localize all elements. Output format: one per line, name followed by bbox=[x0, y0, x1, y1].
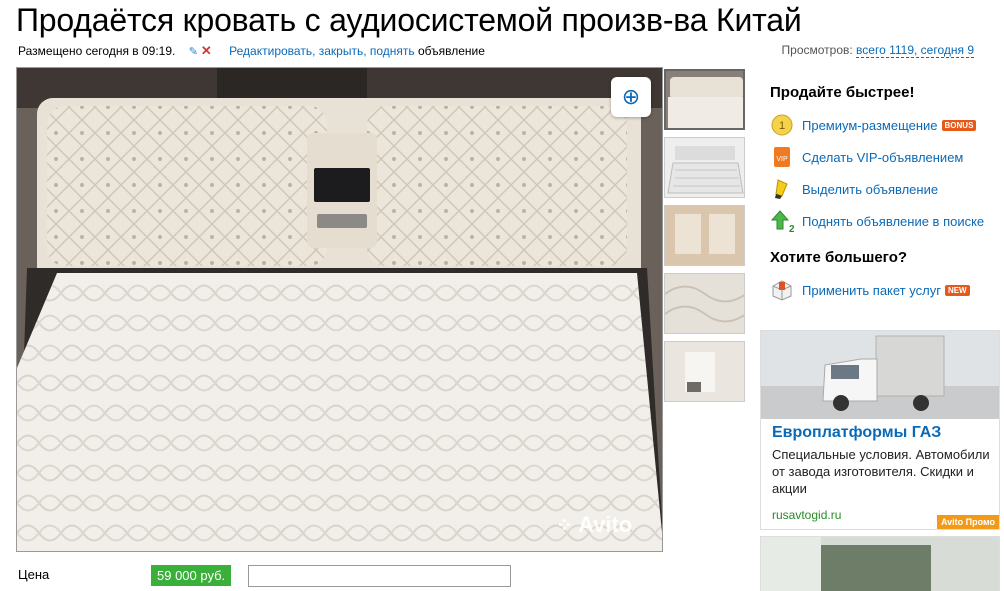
vip-icon: VIP bbox=[770, 145, 794, 169]
promo-item-label[interactable]: Поднять объявление в поиске bbox=[802, 214, 984, 229]
ad-image bbox=[761, 331, 999, 419]
ad-description: Специальные условия. Автомобили от завод… bbox=[772, 447, 990, 496]
watermark-text: Avito bbox=[578, 512, 633, 537]
promo-heading-2: Хотите большего? bbox=[770, 249, 908, 266]
zoom-button[interactable]: ⊕ bbox=[611, 77, 651, 117]
thumbnail-5[interactable] bbox=[664, 341, 745, 402]
promo-item-label[interactable]: Выделить объявление bbox=[802, 182, 938, 197]
edit-listing-suffix: объявление bbox=[418, 44, 485, 58]
bonus-badge: BONUS bbox=[941, 119, 977, 131]
svg-text:1: 1 bbox=[779, 120, 785, 132]
svg-text:VIP: VIP bbox=[776, 156, 788, 163]
package-icon bbox=[770, 278, 794, 302]
pencil-icon[interactable]: ✎ bbox=[189, 46, 198, 58]
promo-item-highlight[interactable]: Выделить объявление bbox=[770, 173, 1000, 205]
promo-item-label[interactable]: Премиум-размещение bbox=[802, 118, 938, 133]
promotion-panel: Продайте быстрее! 1 Премиум-размещение B… bbox=[770, 84, 1000, 306]
thumbnail-image bbox=[665, 138, 744, 197]
close-icon[interactable]: ✕ bbox=[201, 43, 212, 58]
price-label: Цена bbox=[18, 567, 50, 582]
page-title: Продаётся кровать с аудиосистемой произв… bbox=[16, 2, 802, 38]
promo-heading: Продайте быстрее! bbox=[770, 84, 915, 101]
promo-item-label[interactable]: Сделать VIP-объявлением bbox=[802, 150, 963, 165]
promo-item-label[interactable]: Применить пакет услуг bbox=[802, 283, 941, 298]
price-value: 59 000 руб. bbox=[151, 565, 232, 586]
magnifier-plus-icon: ⊕ bbox=[621, 84, 641, 109]
ad-image bbox=[761, 537, 999, 591]
avito-watermark: ⁘ Avito bbox=[556, 512, 632, 538]
promo-item-raise[interactable]: 2 Поднять объявление в поиске bbox=[770, 205, 1000, 237]
ad-title[interactable]: Европлатформы ГАЗ bbox=[772, 424, 941, 442]
posted-date: Размещено сегодня в 09:19. bbox=[18, 44, 176, 58]
edit-listing-links[interactable]: Редактировать, закрыть, поднять bbox=[229, 44, 414, 58]
main-photo[interactable] bbox=[16, 67, 663, 552]
views-label: Просмотров: bbox=[781, 43, 853, 57]
promo-ad-2[interactable] bbox=[760, 536, 1000, 591]
thumbnail-image bbox=[666, 71, 743, 128]
promo-item-package[interactable]: Применить пакет услуг NEW bbox=[770, 274, 1000, 306]
thumbnail-4[interactable] bbox=[664, 273, 745, 334]
new-badge: NEW bbox=[944, 284, 970, 296]
highlighter-icon bbox=[770, 177, 794, 201]
arrow-up-2-icon: 2 bbox=[770, 209, 794, 233]
thumbnail-image bbox=[665, 342, 744, 401]
svg-text:2: 2 bbox=[789, 224, 794, 233]
coin-1-icon: 1 bbox=[770, 113, 794, 137]
view-counter: Просмотров: всего 1119, сегодня 9 bbox=[781, 43, 974, 58]
avito-promo-tag: Avito Промо bbox=[936, 515, 999, 529]
thumbnail-image bbox=[665, 206, 744, 265]
promo-ad[interactable]: Европлатформы ГАЗ Специальные условия. А… bbox=[760, 330, 1000, 530]
promo-item-premium[interactable]: 1 Премиум-размещение BONUS bbox=[770, 109, 1000, 141]
listing-meta: Размещено сегодня в 09:19. ✎ ✕ Редактиров… bbox=[18, 43, 485, 59]
ad-domain-link[interactable]: rusavtogid.ru bbox=[772, 508, 841, 522]
thumbnail-3[interactable] bbox=[664, 205, 745, 266]
avito-logo-icon: ⁘ bbox=[556, 515, 573, 537]
price-image-placeholder bbox=[248, 565, 511, 587]
thumbnail-image bbox=[665, 274, 744, 333]
thumbnail-1[interactable] bbox=[664, 69, 745, 130]
thumbnail-2[interactable] bbox=[664, 137, 745, 198]
promo-item-vip[interactable]: VIP Сделать VIP-объявлением bbox=[770, 141, 1000, 173]
views-stats-link[interactable]: всего 1119, сегодня 9 bbox=[856, 43, 974, 58]
bed-photo-image bbox=[17, 68, 662, 551]
